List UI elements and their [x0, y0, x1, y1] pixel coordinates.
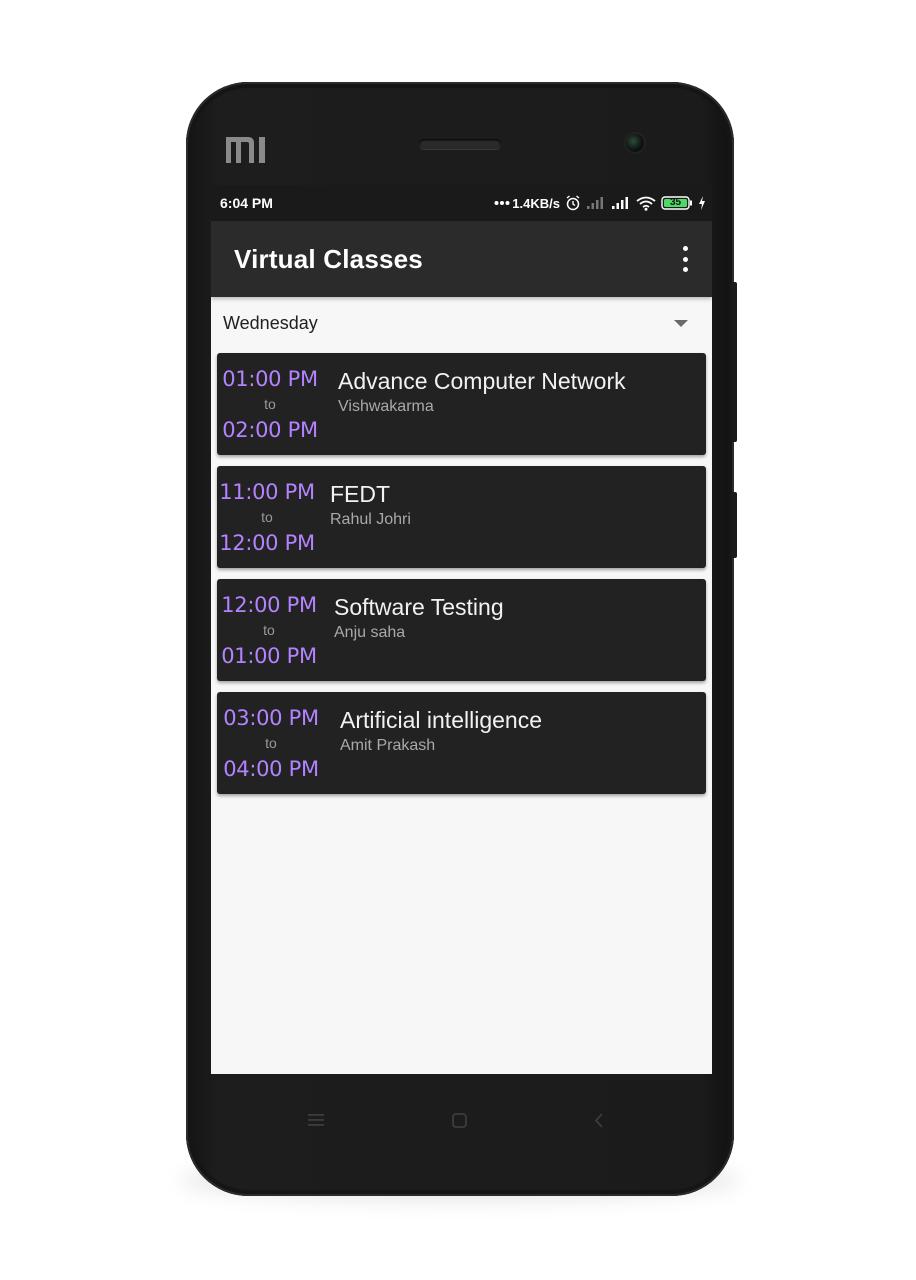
alarm-icon — [565, 195, 581, 211]
earpiece-speaker — [419, 139, 501, 149]
class-card[interactable]: 01:00 PM to 02:00 PM Advance Computer Ne… — [217, 353, 706, 455]
signal-icon — [611, 196, 631, 210]
class-teacher: Anju saha — [334, 624, 406, 641]
class-info: Artificial intelligence Amit Prakash — [325, 705, 706, 757]
class-end-time: 01:00 PM — [221, 643, 317, 668]
class-time: 12:00 PM to 01:00 PM — [217, 592, 321, 669]
menu-key-icon[interactable] — [307, 1112, 325, 1133]
front-camera — [626, 134, 644, 152]
time-separator: to — [263, 621, 275, 638]
volume-button — [731, 282, 737, 442]
class-list: 01:00 PM to 02:00 PM Advance Computer Ne… — [211, 349, 712, 794]
signal-weak-icon — [586, 196, 606, 210]
stage: 6:04 PM 1.4KB/s 35 Virtual Classes Wedne… — [0, 0, 916, 1280]
menu-dot — [682, 246, 688, 251]
time-separator: to — [264, 395, 276, 412]
class-card[interactable]: 03:00 PM to 04:00 PM Artificial intellig… — [217, 692, 706, 794]
class-teacher: Rahul Johri — [330, 511, 411, 528]
status-time: 6:04 PM — [220, 195, 273, 211]
overflow-menu-icon[interactable] — [680, 246, 690, 272]
dropdown-arrow-icon — [674, 319, 688, 327]
class-subject: Software Testing — [334, 594, 504, 620]
day-dropdown[interactable]: Wednesday — [211, 297, 712, 349]
class-end-time: 02:00 PM — [222, 417, 318, 442]
battery-icon: 35 — [661, 196, 693, 210]
class-info: FEDT Rahul Johri — [317, 479, 706, 531]
menu-dot — [682, 256, 688, 262]
status-bar: 6:04 PM 1.4KB/s 35 — [211, 185, 712, 221]
charging-icon — [698, 196, 706, 210]
class-subject: FEDT — [330, 481, 391, 507]
time-separator: to — [261, 508, 273, 525]
phone-screen: 6:04 PM 1.4KB/s 35 Virtual Classes Wedne… — [211, 185, 712, 1074]
class-teacher: Vishwakarma — [338, 398, 434, 415]
class-info: Software Testing Anju saha — [321, 592, 706, 644]
class-subject: Artificial intelligence — [340, 707, 542, 733]
class-info: Advance Computer Network Vishwakarma — [323, 366, 706, 418]
hardware-nav-keys — [211, 1100, 712, 1150]
class-subject: Advance Computer Network — [338, 368, 626, 394]
back-key-icon[interactable] — [593, 1112, 605, 1134]
menu-dot — [682, 267, 688, 272]
day-dropdown-value: Wednesday — [223, 312, 318, 333]
class-start-time: 03:00 PM — [223, 705, 319, 730]
dots-icon — [494, 200, 510, 206]
mi-logo — [226, 137, 265, 163]
class-time: 01:00 PM to 02:00 PM — [217, 366, 323, 443]
class-start-time: 12:00 PM — [221, 592, 317, 617]
class-time: 03:00 PM to 04:00 PM — [217, 705, 325, 782]
app-title: Virtual Classes — [234, 243, 423, 274]
app-bar: Virtual Classes — [211, 221, 712, 297]
class-start-time: 11:00 PM — [219, 479, 315, 504]
time-separator: to — [265, 734, 277, 751]
power-button — [731, 492, 737, 558]
battery-level: 35 — [669, 197, 682, 208]
class-end-time: 12:00 PM — [219, 530, 315, 555]
class-card[interactable]: 11:00 PM to 12:00 PM FEDT Rahul Johri — [217, 466, 706, 568]
network-speed: 1.4KB/s — [512, 195, 560, 211]
wifi-icon — [636, 196, 656, 211]
class-teacher: Amit Prakash — [340, 737, 436, 754]
home-key-icon[interactable] — [451, 1112, 468, 1134]
class-end-time: 04:00 PM — [223, 756, 319, 781]
status-icons: 1.4KB/s 35 — [494, 195, 706, 211]
class-start-time: 01:00 PM — [222, 366, 318, 391]
class-card[interactable]: 12:00 PM to 01:00 PM Software Testing An… — [217, 579, 706, 681]
class-time: 11:00 PM to 12:00 PM — [217, 479, 317, 556]
